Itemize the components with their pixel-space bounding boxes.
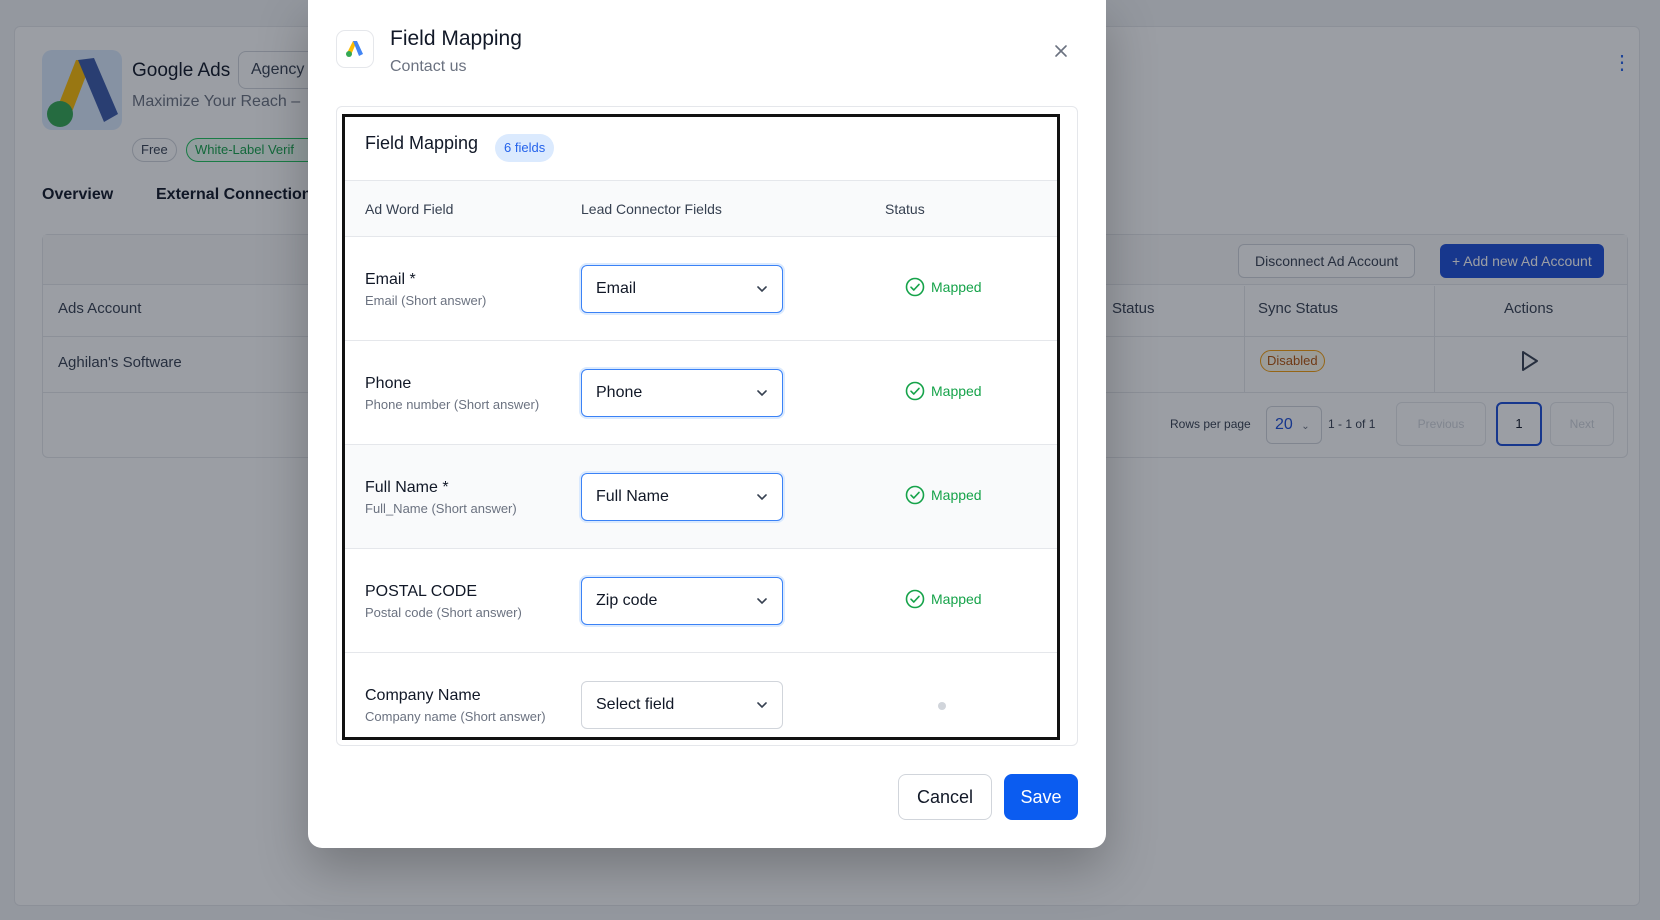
table-row: Company Name Company name (Short answer)… (345, 653, 1057, 737)
field-name: Phone (365, 375, 412, 392)
table-row: Email * Email (Short answer) Email Mappe… (345, 237, 1057, 341)
table-row: Full Name * Full_Name (Short answer) Ful… (345, 445, 1057, 549)
status-mapped: Mapped (905, 277, 982, 297)
check-circle-icon (905, 485, 925, 505)
status-text: Mapped (931, 279, 982, 295)
cancel-button[interactable]: Cancel (898, 774, 992, 820)
table-row: Phone Phone number (Short answer) Phone … (345, 341, 1057, 445)
check-circle-icon (905, 381, 925, 401)
status-mapped: Mapped (905, 589, 982, 609)
select-value: Full Name (596, 488, 669, 505)
field-description: Company name (Short answer) (365, 709, 546, 724)
check-circle-icon (905, 277, 925, 297)
column-header-lead-connector-fields: Lead Connector Fields (581, 201, 722, 217)
table-row: POSTAL CODE Postal code (Short answer) Z… (345, 549, 1057, 653)
field-name: Company Name (365, 687, 481, 704)
chevron-down-icon (756, 490, 768, 508)
chevron-down-icon (756, 282, 768, 300)
field-name: POSTAL CODE (365, 583, 478, 600)
field-description: Full_Name (Short answer) (365, 501, 517, 516)
status-text: Mapped (931, 383, 982, 399)
select-value: Select field (596, 696, 675, 713)
modal-subtitle: Contact us (390, 58, 467, 75)
google-ads-icon (336, 30, 374, 68)
field-mapping-modal: Field Mapping Contact us Field Mapping 6… (308, 0, 1106, 848)
field-name: Email * (365, 271, 416, 288)
status-mapped: Mapped (905, 381, 982, 401)
lead-connector-field-select[interactable]: Select field (581, 681, 783, 729)
select-value: Zip code (596, 592, 658, 609)
lead-connector-field-select[interactable]: Email (581, 265, 783, 313)
field-mapping-header: Field Mapping 6 fields (345, 117, 1057, 181)
chevron-down-icon (756, 386, 768, 404)
lead-connector-field-select[interactable]: Zip code (581, 577, 783, 625)
status-text: Mapped (931, 487, 982, 503)
close-icon[interactable] (1048, 38, 1074, 64)
field-description: Postal code (Short answer) (365, 605, 522, 620)
select-value: Email (596, 280, 637, 297)
fields-count-badge: 6 fields (495, 134, 555, 162)
field-description: Phone number (Short answer) (365, 397, 540, 412)
table-header-row: Ad Word Field Lead Connector Fields Stat… (345, 181, 1057, 237)
select-value: Phone (596, 384, 643, 401)
chevron-down-icon (756, 698, 768, 716)
field-description: Email (Short answer) (365, 293, 487, 308)
column-header-status: Status (885, 201, 925, 217)
status-mapped: Mapped (905, 485, 982, 505)
lead-connector-field-select[interactable]: Phone (581, 369, 783, 417)
chevron-down-icon (756, 594, 768, 612)
column-header-ad-word-field: Ad Word Field (365, 201, 454, 217)
modal-title: Field Mapping (390, 27, 522, 50)
save-button[interactable]: Save (1004, 774, 1078, 820)
check-circle-icon (905, 589, 925, 609)
lead-connector-field-select[interactable]: Full Name (581, 473, 783, 521)
status-text: Mapped (931, 591, 982, 607)
section-title: Field Mapping (365, 133, 479, 153)
field-mapping-table: Field Mapping 6 fields Ad Word Field Lea… (342, 114, 1060, 740)
field-name: Full Name * (365, 479, 449, 496)
status-unmapped-dot (938, 702, 946, 710)
